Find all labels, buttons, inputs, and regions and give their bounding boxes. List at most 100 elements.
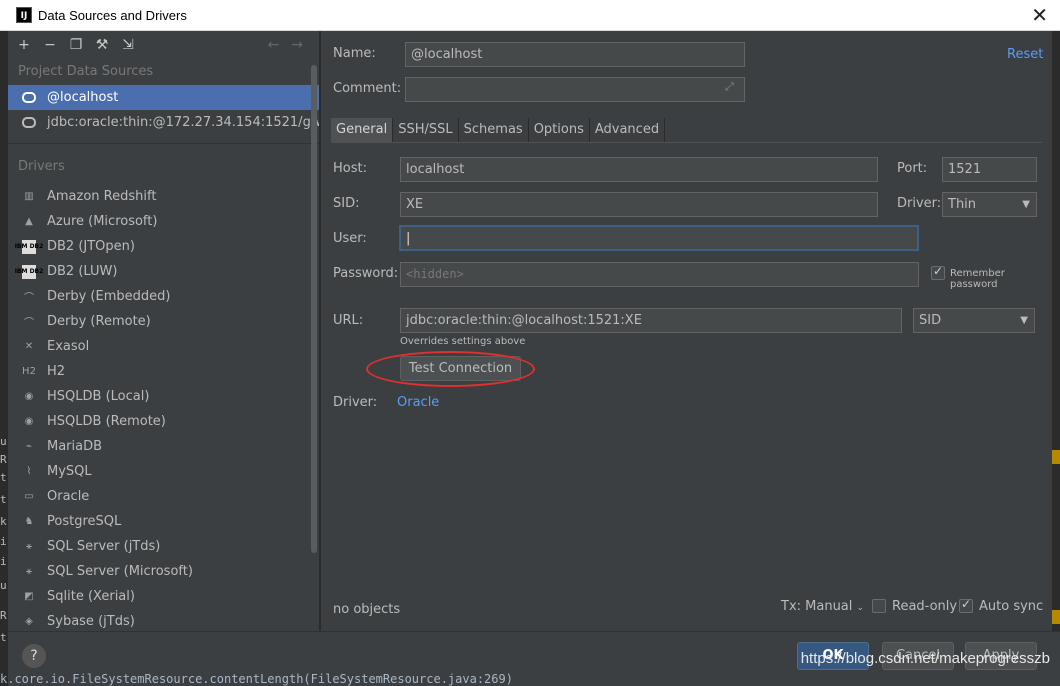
remember-password-label: Remember password	[950, 268, 1005, 290]
driver-item[interactable]: ⌇ MySQL	[8, 459, 319, 484]
gutter-char: t	[0, 631, 7, 644]
driver-item[interactable]: ⚹ SQL Server (jTds)	[8, 534, 319, 559]
transaction-mode-select[interactable]: Tx: Manual ⌄	[781, 599, 864, 614]
gutter-char: i	[0, 535, 7, 548]
driver-label: HSQLDB (Local)	[47, 389, 150, 404]
sid-field[interactable]: XE	[400, 192, 878, 217]
chevron-down-icon: ⌄	[856, 603, 865, 613]
remove-icon[interactable]: −	[42, 37, 58, 53]
data-source-jdbc-oracle[interactable]: jdbc:oracle:thin:@172.27.34.154:1521/gwz…	[8, 110, 319, 135]
driver-type-select[interactable]: Thin ▼	[942, 192, 1037, 217]
host-field[interactable]: localhost	[400, 157, 878, 182]
user-field[interactable]: |	[399, 225, 919, 251]
driver-item[interactable]: ▥ Amazon Redshift	[8, 184, 319, 209]
driver-item[interactable]: ◈ Sybase (jTds)	[8, 609, 319, 631]
vertical-scrollbar[interactable]	[311, 65, 317, 553]
data-sources-tree-panel: + − ❐ ⚒ ⇲ ← → Project Data Sources @loca…	[8, 31, 320, 631]
driver-item[interactable]: ◉ HSQLDB (Local)	[8, 384, 319, 409]
oracle-icon: ▭	[24, 491, 34, 502]
mariadb-icon: ⌁	[25, 441, 33, 452]
derby-icon: ⌒	[24, 293, 34, 304]
expand-icon[interactable]: ⤢	[725, 80, 734, 94]
sid-label: SID:	[333, 196, 360, 211]
data-source-label: @localhost	[47, 90, 119, 105]
driver-label: HSQLDB (Remote)	[47, 414, 166, 429]
text-cursor: |	[406, 231, 411, 246]
gutter-char: R	[0, 609, 7, 622]
tree-toolbar: + − ❐ ⚒ ⇲ ← →	[8, 31, 319, 59]
name-field[interactable]: @localhost	[405, 42, 745, 67]
dialog-title: Data Sources and Drivers	[38, 7, 187, 23]
driver-item[interactable]: ◩ Sqlite (Xerial)	[8, 584, 319, 609]
remember-password-checkbox[interactable]	[931, 264, 945, 280]
tabs-divider	[331, 142, 1042, 143]
tab-ssh-ssl[interactable]: SSH/SSL	[393, 118, 459, 142]
gutter-char: R	[0, 453, 7, 466]
make-global-icon[interactable]: ⇲	[120, 37, 136, 53]
hsqldb-icon: ◉	[24, 391, 34, 402]
driver-item[interactable]: ⌁ MariaDB	[8, 434, 319, 459]
forward-arrow-icon[interactable]: →	[291, 37, 303, 53]
tab-options[interactable]: Options	[529, 118, 590, 142]
driver-item[interactable]: ▭ Oracle	[8, 484, 319, 509]
sqlite-icon: ◩	[24, 591, 34, 602]
db2-icon: IBM DB2	[15, 264, 43, 279]
tab-schemas[interactable]: Schemas	[459, 118, 529, 142]
drivers-list: ▥ Amazon Redshift ▲ Azure (Microsoft) IBM DB…	[8, 184, 319, 631]
url-field[interactable]: jdbc:oracle:thin:@localhost:1521:XE	[400, 308, 902, 333]
chevron-down-icon: ▼	[1020, 315, 1028, 326]
duplicate-icon[interactable]: ❐	[68, 37, 84, 53]
mysql-icon: ⌇	[26, 466, 32, 477]
close-icon[interactable]: ✕	[1031, 3, 1048, 27]
tab-general[interactable]: General	[331, 118, 394, 142]
driver-item[interactable]: ▲ Azure (Microsoft)	[8, 209, 319, 234]
driver-item[interactable]: ⚹ SQL Server (Microsoft)	[8, 559, 319, 584]
background-editor-gutter: u R t t k i i u R t	[0, 31, 8, 686]
auto-sync-checkbox[interactable]	[959, 597, 973, 613]
driver-label: DB2 (JTOpen)	[47, 239, 135, 254]
driver-item[interactable]: ⌒ Derby (Remote)	[8, 309, 319, 334]
password-label: Password:	[333, 266, 399, 281]
driver-item[interactable]: H2 H2	[8, 359, 319, 384]
postgresql-icon: ♞	[24, 516, 34, 527]
driver-oracle-link[interactable]: Oracle	[397, 395, 439, 410]
driver-item[interactable]: ✕ Exasol	[8, 334, 319, 359]
driver-label: Amazon Redshift	[47, 189, 157, 204]
tab-advanced[interactable]: Advanced	[590, 118, 666, 142]
url-hint: Overrides settings above	[400, 336, 526, 347]
driver-label: MariaDB	[47, 439, 103, 454]
driver-label: PostgreSQL	[47, 514, 122, 529]
drivers-header: Drivers	[18, 159, 65, 174]
driver-label: Derby (Embedded)	[47, 289, 171, 304]
driver-label: MySQL	[47, 464, 92, 479]
read-only-checkbox[interactable]	[872, 599, 886, 613]
driver-item[interactable]: ⌒ Derby (Embedded)	[8, 284, 319, 309]
url-type-select[interactable]: SID ▼	[913, 308, 1035, 333]
sqlserver-icon: ⚹	[26, 541, 32, 552]
project-data-sources-header: Project Data Sources	[18, 64, 154, 79]
port-field[interactable]: 1521	[942, 157, 1037, 182]
section-divider	[8, 143, 319, 144]
gutter-char: k	[0, 515, 7, 528]
driver-item[interactable]: ◉ HSQLDB (Remote)	[8, 409, 319, 434]
db2-icon: IBM DB2	[15, 239, 43, 254]
driver-label: DB2 (LUW)	[47, 264, 118, 279]
auto-sync-label: Auto sync	[979, 599, 1044, 614]
background-console-strip	[1052, 428, 1060, 658]
test-connection-button[interactable]: Test Connection	[400, 356, 521, 381]
help-button[interactable]: ?	[22, 644, 46, 668]
driver-item[interactable]: IBM DB2 DB2 (LUW)	[8, 259, 319, 284]
sqlserver-icon: ⚹	[26, 566, 32, 577]
back-arrow-icon[interactable]: ←	[268, 37, 280, 53]
driver-item[interactable]: ♞ PostgreSQL	[8, 509, 319, 534]
password-field[interactable]: <hidden>	[400, 262, 919, 287]
transaction-mode-value: Tx: Manual	[781, 599, 853, 614]
reset-link[interactable]: Reset	[1007, 47, 1043, 62]
comment-field[interactable]	[405, 77, 745, 102]
dialog-title-bar: IJ Data Sources and Drivers ✕	[0, 0, 1060, 31]
data-source-localhost[interactable]: @localhost	[8, 85, 319, 110]
driver-label: Sybase (jTds)	[47, 614, 135, 629]
add-icon[interactable]: +	[16, 37, 32, 53]
driver-item[interactable]: IBM DB2 DB2 (JTOpen)	[8, 234, 319, 259]
wrench-icon[interactable]: ⚒	[94, 37, 110, 53]
